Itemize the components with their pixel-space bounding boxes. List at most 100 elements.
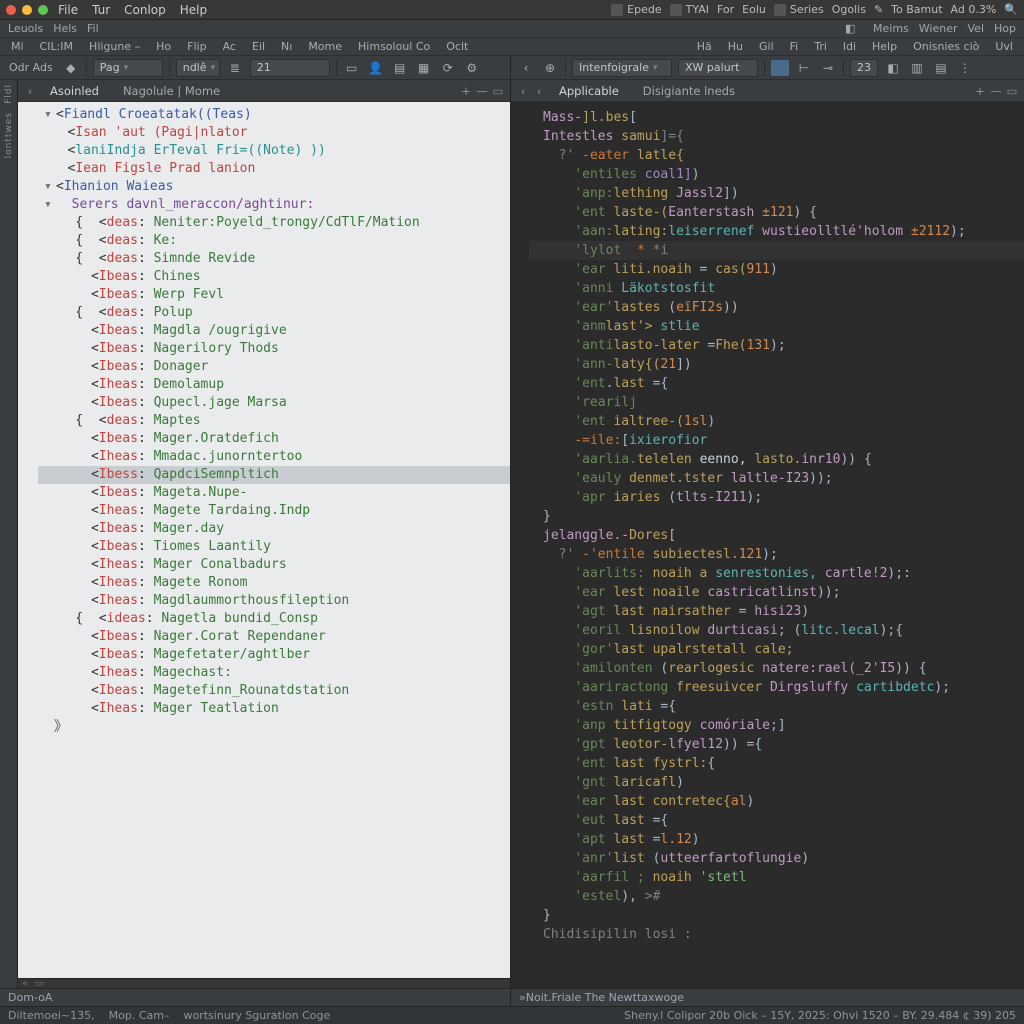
- tree-row[interactable]: <laniIndja ErTeval Fri=((Note) )): [38, 142, 510, 160]
- overflow-icon[interactable]: ⋮: [956, 59, 974, 77]
- tree-row[interactable]: { <deas: Ke:: [38, 232, 510, 250]
- tree-row[interactable]: <Ibeas: Donager: [38, 358, 510, 376]
- cmd-item[interactable]: Onisnies ciò: [910, 39, 982, 54]
- code-line[interactable]: 'aariractong freesuivcer Dirgsluffy cart…: [529, 678, 1024, 697]
- cmd-item[interactable]: Gil: [756, 39, 777, 54]
- panel-options-icon[interactable]: ▭: [490, 84, 506, 98]
- tree-row[interactable]: <Iheas: Magechast:: [38, 664, 510, 682]
- window-controls[interactable]: [6, 5, 48, 15]
- page-icon[interactable]: ▭: [343, 59, 361, 77]
- cmd-item[interactable]: Hu: [725, 39, 746, 54]
- tb-item[interactable]: To Bamut: [891, 3, 942, 16]
- code-line[interactable]: 'anr'list (utteerfartoflungie): [529, 849, 1024, 868]
- tree-row[interactable]: <Ibeas: Magdla /ougrigive: [38, 322, 510, 340]
- tree-row[interactable]: <Ibeas: Tiomes Laantily: [38, 538, 510, 556]
- code-line[interactable]: Intestles samui]={: [529, 127, 1024, 146]
- panel-options-icon[interactable]: ▭: [1004, 84, 1020, 98]
- add-tab-icon[interactable]: +: [972, 84, 988, 98]
- code-line[interactable]: 'estn lati ={: [529, 697, 1024, 716]
- tree-row[interactable]: { <ideas: Nagetla bundid_Consp: [38, 610, 510, 628]
- toolbar-drop-1[interactable]: Pag: [93, 59, 163, 77]
- tree-row[interactable]: { <deas: Neniter:Poyeld_trongy/CdTlF/Mat…: [38, 214, 510, 232]
- code-line[interactable]: 'rearilj: [529, 393, 1024, 412]
- cmd-item[interactable]: CIL:IM: [37, 39, 77, 54]
- tree-row[interactable]: <Ibess: QapdciSemnpltich: [38, 466, 510, 484]
- toolbar-drop-r1[interactable]: Intenfoigrale: [572, 59, 672, 77]
- hscroll-left[interactable]: «▭: [18, 978, 510, 988]
- tabs-back-icon[interactable]: ‹: [515, 84, 531, 98]
- code-line[interactable]: 'estel), >#: [529, 887, 1024, 906]
- code-line[interactable]: -=ile:[ixierofior: [529, 431, 1024, 450]
- tree-row[interactable]: <Ibeas: Mager.day: [38, 520, 510, 538]
- code-line[interactable]: 'amilonten (rearlogesic natere:rael(_2'I…: [529, 659, 1024, 678]
- branch-icon[interactable]: ⊸: [819, 59, 837, 77]
- tree-row[interactable]: <Ibeas: Mager.Oratdefich: [38, 430, 510, 448]
- code-line[interactable]: 'apr iaries (tlts-I211);: [529, 488, 1024, 507]
- tree-row[interactable]: <Iheas: Magdlaummorthousfileption: [38, 592, 510, 610]
- minimize-panel-icon[interactable]: —: [988, 84, 1004, 98]
- cmd-item[interactable]: Hligune –: [86, 39, 143, 54]
- zoom-icon[interactable]: [38, 5, 48, 15]
- tree-row[interactable]: <Ibeas: Magefetater/aghtlber: [38, 646, 510, 664]
- code-line[interactable]: ?' -'entile subiectesl.121);: [529, 545, 1024, 564]
- code-line[interactable]: 'ent laste-(Eanterstash ±121) {: [529, 203, 1024, 222]
- toolbar-drop-2[interactable]: ndlê: [176, 59, 220, 77]
- columns-icon[interactable]: ▥: [908, 59, 926, 77]
- grid-icon[interactable]: ▦: [415, 59, 433, 77]
- tree-row[interactable]: { <deas: Simnde Revide: [38, 250, 510, 268]
- minimize-icon[interactable]: [22, 5, 32, 15]
- panel-icon[interactable]: ◧: [884, 59, 902, 77]
- tree-row[interactable]: <Ibeas: Nagerilory Thods: [38, 340, 510, 358]
- tree-row[interactable]: <Iheas: Demolamup: [38, 376, 510, 394]
- menu-tur[interactable]: Tur: [88, 3, 114, 17]
- tab-nagolule[interactable]: Nagolule | Mome: [111, 80, 232, 101]
- tree-row[interactable]: <Ibeas: Chines: [38, 268, 510, 286]
- back-icon[interactable]: ‹: [517, 59, 535, 77]
- config-icon[interactable]: ◆: [62, 59, 80, 77]
- code-line[interactable]: 'eut last ={: [529, 811, 1024, 830]
- tree-row[interactable]: <Iheas: Mmadac.junorntertoo: [38, 448, 510, 466]
- cmd-item[interactable]: Nı: [278, 39, 295, 54]
- tree-row[interactable]: <Iheas: Magete Tardaing.Indp: [38, 502, 510, 520]
- code-line[interactable]: 'agt last nairsather = hisi23): [529, 602, 1024, 621]
- menu-help[interactable]: Help: [176, 3, 211, 17]
- code-line[interactable]: 'anmlast'> stlie: [529, 317, 1024, 336]
- cmd-item[interactable]: Ho: [153, 39, 174, 54]
- cmd-item[interactable]: Oclt: [443, 39, 471, 54]
- refresh-icon[interactable]: ⟳: [439, 59, 457, 77]
- code-line[interactable]: 'ear liti.noaih = cas(911): [529, 260, 1024, 279]
- tree-row[interactable]: <Iean Figsle Prad lanion: [38, 160, 510, 178]
- menu2-item[interactable]: Fil: [87, 22, 99, 35]
- cmd-item[interactable]: Eil: [249, 39, 268, 54]
- menu2-item[interactable]: Leuols: [8, 22, 43, 35]
- gutter-label[interactable]: lonttwes: [4, 112, 14, 158]
- code-line[interactable]: 'ear lest noaile castricatlinst));: [529, 583, 1024, 602]
- cmd-item[interactable]: Help: [869, 39, 900, 54]
- code-line[interactable]: 'aan:lating:leiserrenef wustieolltlé'hol…: [529, 222, 1024, 241]
- close-icon[interactable]: [6, 5, 16, 15]
- toolbar-input[interactable]: 21: [250, 59, 330, 77]
- code-line[interactable]: 'antilasto-later =Fhe(131);: [529, 336, 1024, 355]
- tab-asoinled[interactable]: Asoinled: [38, 80, 111, 101]
- tb-item[interactable]: Series: [790, 3, 824, 16]
- tb-item[interactable]: Epede: [627, 3, 661, 16]
- tree-row[interactable]: { <deas: Maptes: [38, 412, 510, 430]
- tree-row[interactable]: ▾<Ihanion Waieas: [38, 178, 510, 196]
- code-line[interactable]: }: [529, 906, 1024, 925]
- code-line[interactable]: 'aarlia.telelen eenno, lasto.inr10)) {: [529, 450, 1024, 469]
- menu-file[interactable]: File: [54, 3, 82, 17]
- code-line[interactable]: 'ent.last ={: [529, 374, 1024, 393]
- cmd-item[interactable]: Tri: [811, 39, 830, 54]
- menu2-item[interactable]: Meims: [873, 22, 909, 35]
- list-icon[interactable]: ▤: [391, 59, 409, 77]
- xml-tree-view[interactable]: ▾<Fiandl Croeatatak((Teas) <Isan 'aut (P…: [18, 102, 510, 978]
- tb-item[interactable]: For: [717, 3, 734, 16]
- menu2-item[interactable]: Hels: [53, 22, 77, 35]
- code-line[interactable]: }: [529, 507, 1024, 526]
- cmd-item[interactable]: Himsoloul Co: [355, 39, 433, 54]
- menu2-item[interactable]: Hop: [994, 22, 1016, 35]
- tab-disigiante[interactable]: Disigiante lneds: [631, 80, 747, 101]
- code-line[interactable]: 'gnt laricafl): [529, 773, 1024, 792]
- code-line[interactable]: 'anni Läkotstosfit: [529, 279, 1024, 298]
- cmd-item[interactable]: Ac: [220, 39, 239, 54]
